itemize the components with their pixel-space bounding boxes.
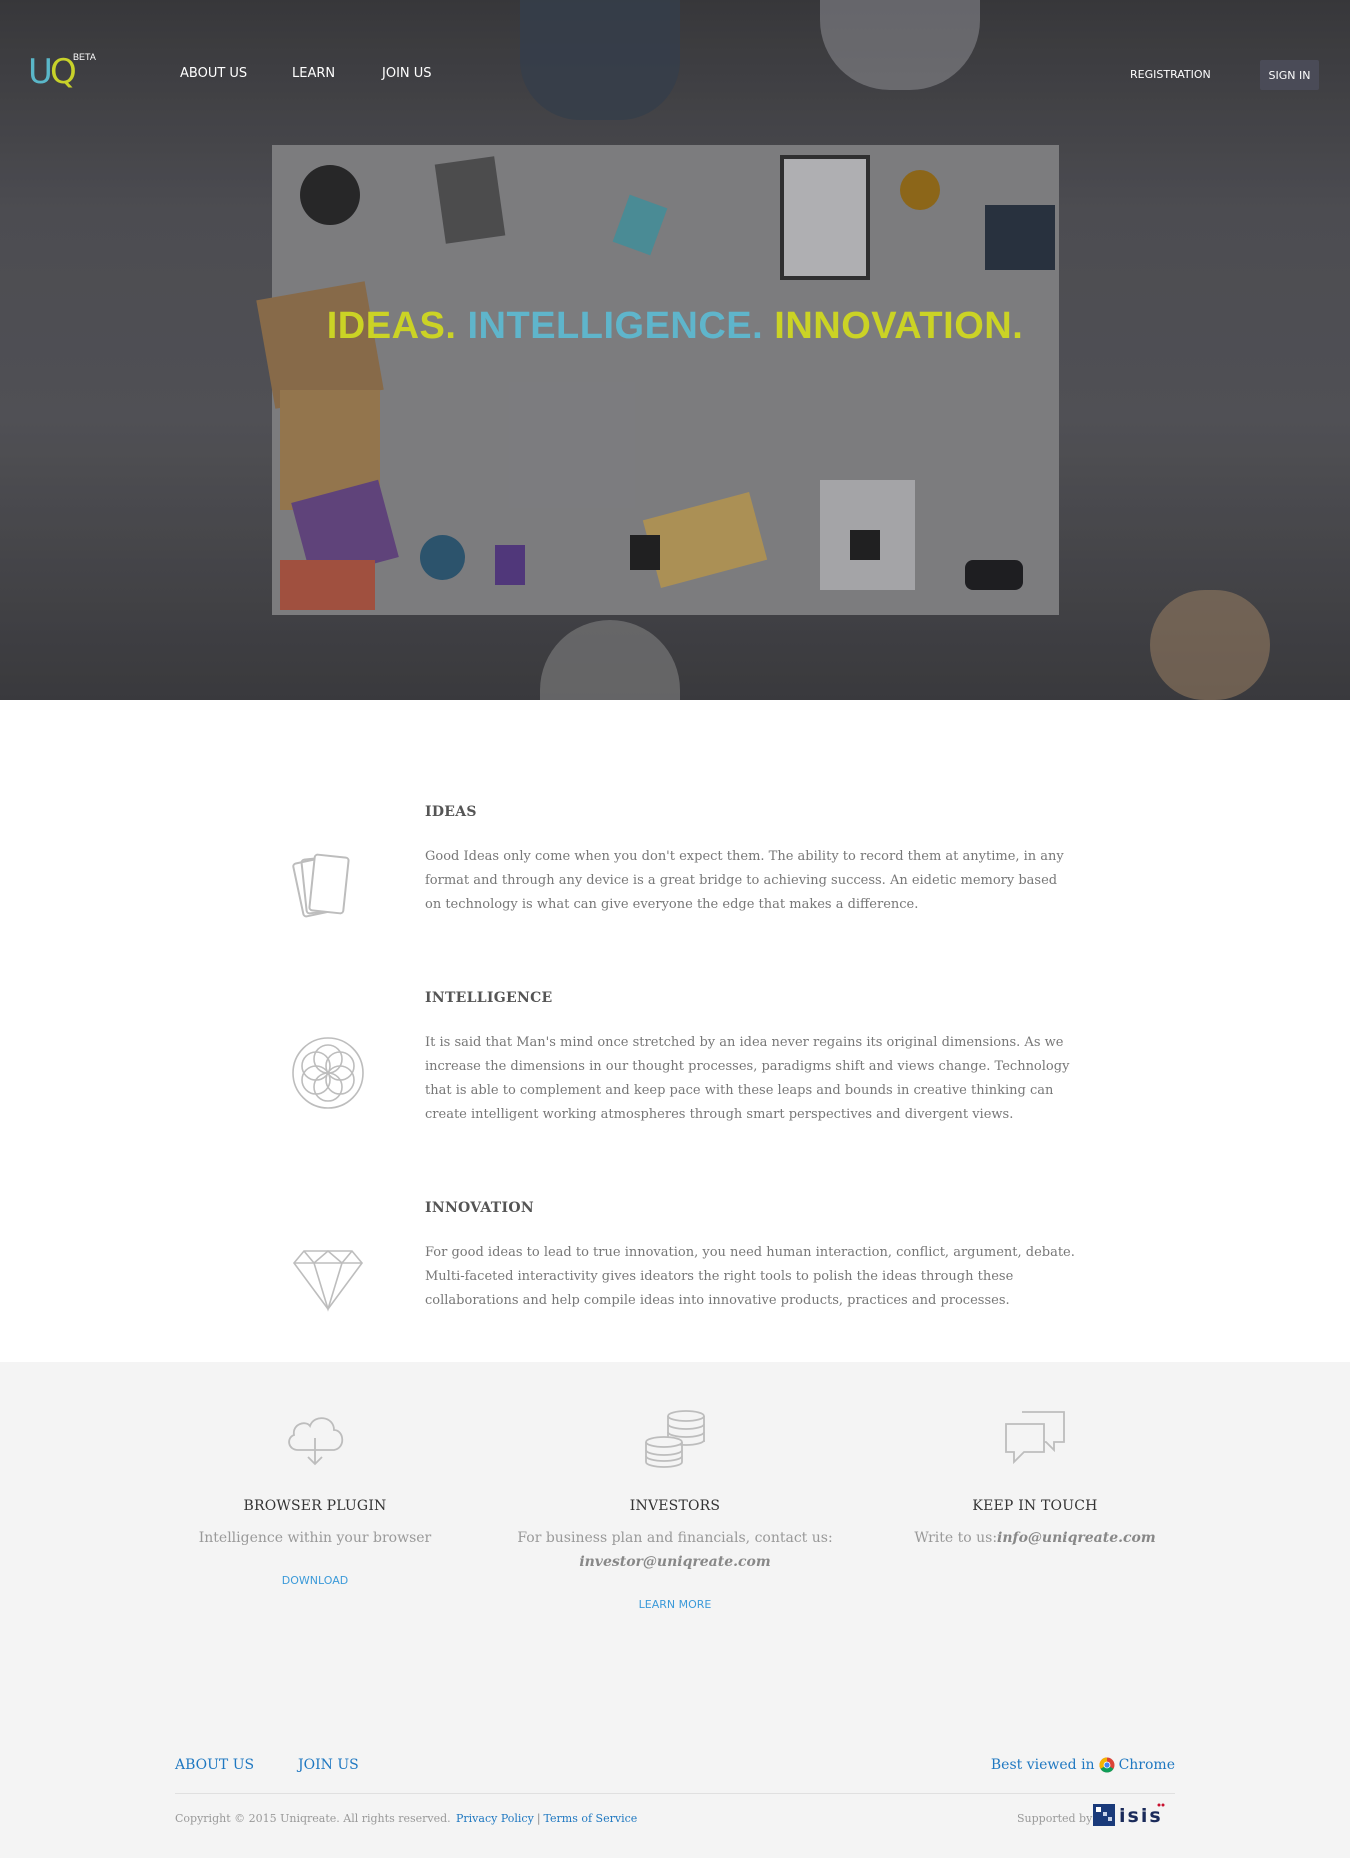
supported-by-text: Supported by xyxy=(1017,1812,1093,1825)
cards-icon xyxy=(292,853,350,918)
cloud-download-icon xyxy=(288,1417,344,1466)
contact-text: Write to us: xyxy=(914,1530,998,1546)
contact-email[interactable]: info@uniqreate.com xyxy=(997,1530,1156,1546)
column-title: BROWSER PLUGIN xyxy=(243,1498,387,1514)
diamond-icon xyxy=(292,1249,364,1312)
legal-separator: | xyxy=(536,1812,541,1825)
nav-join-us[interactable]: JOIN US xyxy=(382,66,432,81)
legal-links: Privacy Policy | Terms of Service xyxy=(456,1812,637,1825)
column-text: Intelligence within your browser xyxy=(198,1530,432,1546)
svg-text:isis: isis xyxy=(1119,1805,1163,1827)
coins-icon xyxy=(645,1410,705,1468)
tagline-intelligence: INTELLIGENCE. xyxy=(467,305,764,347)
download-link[interactable]: DOWNLOAD xyxy=(145,1574,485,1587)
feature-title: INNOVATION xyxy=(425,1200,534,1216)
best-viewed-text: Best viewed in xyxy=(990,1757,1095,1773)
learn-more-link[interactable]: LEARN MORE xyxy=(505,1598,845,1611)
browser-name[interactable]: Chrome xyxy=(1119,1757,1175,1773)
feature-description: It is said that Man's mind once stretche… xyxy=(425,1035,1070,1122)
column-text: For business plan and financials, contac… xyxy=(505,1526,845,1574)
hero-banner: U Q BETA ABOUT US LEARN JOIN US REGISTRA… xyxy=(0,0,1350,700)
column-title: KEEP IN TOUCH xyxy=(972,1498,1098,1514)
beta-badge: BETA xyxy=(73,52,96,62)
footer-about-us-link[interactable]: ABOUT US xyxy=(175,1757,254,1773)
nav-learn[interactable]: LEARN xyxy=(292,66,335,81)
footer-join-us-link[interactable]: JOIN US xyxy=(298,1757,359,1773)
feature-description: For good ideas to lead to true innovatio… xyxy=(425,1245,1075,1308)
hero-background-photo xyxy=(0,0,1350,700)
sign-in-button[interactable]: SIGN IN xyxy=(1260,60,1319,90)
chat-bubbles-icon xyxy=(1005,1411,1065,1465)
investors-text: For business plan and financials, contac… xyxy=(517,1530,833,1546)
features-section: IDEAS Good Ideas only come when you don'… xyxy=(0,700,1350,1362)
feature-title: IDEAS xyxy=(425,804,477,820)
copyright-text: Copyright © 2015 Uniqreate. All rights r… xyxy=(175,1812,451,1825)
column-title: INVESTORS xyxy=(629,1498,721,1514)
terms-of-service-link[interactable]: Terms of Service xyxy=(544,1812,638,1825)
hero-tagline: IDEAS. INTELLIGENCE. INNOVATION. xyxy=(0,305,1350,348)
nav-about-us[interactable]: ABOUT US xyxy=(180,66,247,81)
info-columns: BROWSER PLUGIN Intelligence within your … xyxy=(0,1362,1350,1858)
feature-description: Good Ideas only come when you don't expe… xyxy=(425,849,1064,912)
uq-logo[interactable]: U Q BETA xyxy=(28,52,98,96)
privacy-policy-link[interactable]: Privacy Policy xyxy=(456,1812,534,1825)
tagline-innovation: INNOVATION. xyxy=(774,305,1024,347)
isis-sponsor-logo[interactable]: isis xyxy=(1093,1802,1175,1828)
investor-email[interactable]: investor@uniqreate.com xyxy=(579,1554,770,1570)
column-text: Write to us:info@uniqreate.com xyxy=(865,1526,1205,1550)
flower-of-life-icon xyxy=(292,1037,364,1109)
registration-link[interactable]: REGISTRATION xyxy=(1130,68,1211,81)
logo-letter-u: U xyxy=(28,52,53,92)
best-viewed-note: Best viewed in Chrome xyxy=(991,1757,1175,1773)
feature-title: INTELLIGENCE xyxy=(425,990,553,1006)
footer-divider xyxy=(175,1793,1175,1794)
tagline-ideas: IDEAS. xyxy=(326,305,457,347)
chrome-icon xyxy=(1099,1757,1115,1773)
